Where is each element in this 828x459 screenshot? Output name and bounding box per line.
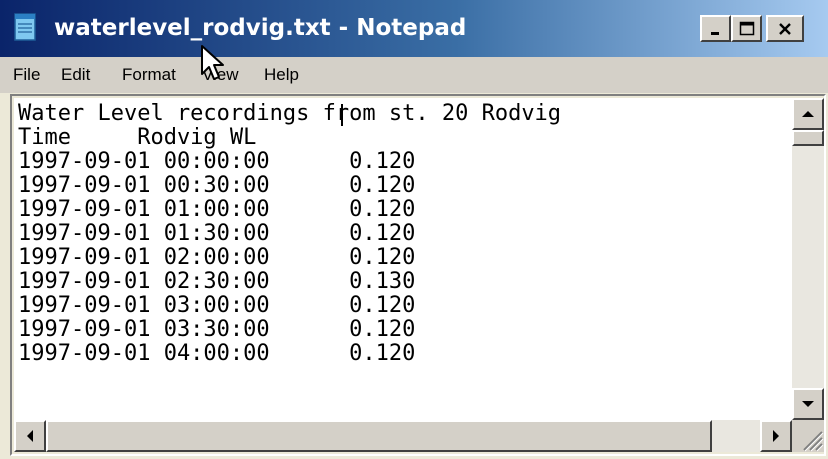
scroll-down-button[interactable]: [792, 388, 824, 420]
text-line: Water Level recordings from st. 20 Rodvi…: [18, 101, 562, 126]
maximize-button[interactable]: [731, 15, 762, 42]
resize-grip[interactable]: [792, 420, 824, 452]
text-caret: [341, 104, 343, 126]
scroll-left-button[interactable]: [14, 420, 46, 452]
text-line: 1997-09-01 01:00:00 0.120: [18, 197, 416, 222]
arrow-up-icon: [802, 111, 814, 117]
text-line: 1997-09-01 03:30:00 0.120: [18, 317, 416, 342]
text-line: 1997-09-01 00:00:00 0.120: [18, 149, 416, 174]
menu-file[interactable]: File: [13, 57, 40, 93]
maximize-icon: [739, 21, 754, 35]
vertical-scroll-thumb[interactable]: [792, 130, 824, 146]
vertical-scrollbar[interactable]: [792, 98, 824, 420]
text-line: 1997-09-01 00:30:00 0.120: [18, 173, 416, 198]
text-line: 1997-09-01 02:00:00 0.120: [18, 245, 416, 270]
text-line: 1997-09-01 02:30:00 0.130: [18, 269, 416, 294]
arrow-down-icon: [802, 401, 814, 407]
resize-grip-icon: [803, 431, 824, 452]
text-line: 1997-09-01 04:00:00 0.120: [18, 341, 416, 366]
text-line: Time Rodvig WL: [18, 125, 257, 150]
menu-help[interactable]: Help: [264, 57, 299, 93]
text-line: 1997-09-01 03:00:00 0.120: [18, 293, 416, 318]
horizontal-scroll-thumb[interactable]: [46, 420, 712, 452]
scroll-right-button[interactable]: [760, 420, 792, 452]
arrow-right-icon: [773, 430, 779, 442]
text-editor[interactable]: Water Level recordings from st. 20 Rodvi…: [14, 98, 792, 420]
window-title: waterlevel_rodvig.txt - Notepad: [54, 15, 467, 41]
minimize-icon: [710, 31, 719, 35]
scroll-up-button[interactable]: [792, 98, 824, 130]
notepad-icon: [14, 13, 36, 41]
menu-bar: File Edit Format View Help: [0, 57, 828, 93]
close-button[interactable]: [766, 15, 804, 42]
text-line: 1997-09-01 01:30:00 0.120: [18, 221, 416, 246]
horizontal-scrollbar[interactable]: [14, 420, 792, 452]
notepad-window: waterlevel_rodvig.txt - Notepad File Edi…: [0, 0, 828, 459]
arrow-left-icon: [27, 430, 33, 442]
mouse-pointer-icon: [201, 45, 224, 80]
close-icon: [779, 22, 791, 35]
title-bar[interactable]: waterlevel_rodvig.txt - Notepad: [0, 0, 828, 57]
minimize-button[interactable]: [700, 15, 731, 42]
menu-format[interactable]: Format: [122, 57, 176, 93]
menu-edit[interactable]: Edit: [61, 57, 90, 93]
